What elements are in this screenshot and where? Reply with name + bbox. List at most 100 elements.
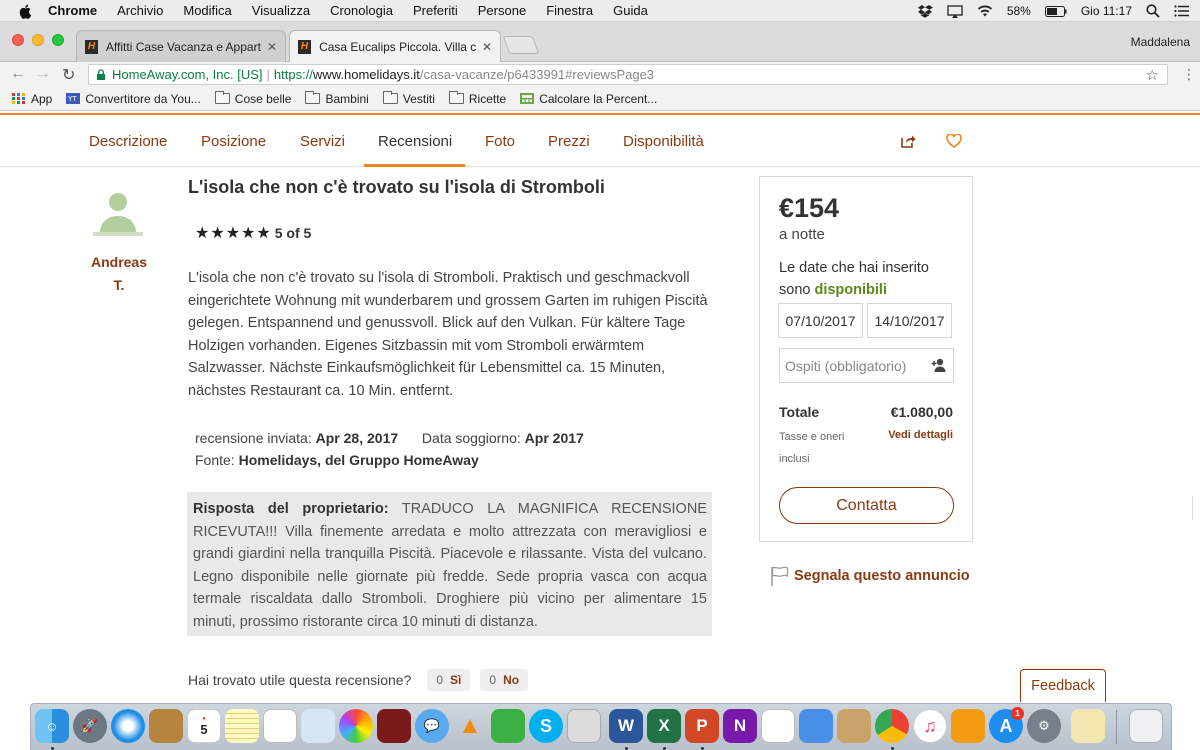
nav-disponibilita[interactable]: Disponibilità bbox=[623, 133, 704, 150]
ibooks-icon[interactable] bbox=[951, 709, 985, 743]
calendar-day: 5 bbox=[200, 721, 208, 737]
tab-affitti[interactable]: H Affitti Case Vacanza e Apparta ✕ bbox=[76, 30, 286, 62]
spotlight-search-icon[interactable] bbox=[1146, 4, 1160, 18]
guests-field[interactable]: Ospiti (obbligatorio) bbox=[779, 348, 954, 383]
launchpad-icon[interactable]: 🚀 bbox=[73, 709, 107, 743]
menu-finestra[interactable]: Finestra bbox=[546, 3, 593, 18]
nav-prezzi[interactable]: Prezzi bbox=[548, 133, 590, 150]
new-tab-button[interactable] bbox=[502, 36, 540, 54]
bookmark-convertitore[interactable]: YT Convertitore da You... bbox=[66, 92, 201, 106]
close-tab-icon[interactable]: ✕ bbox=[267, 40, 277, 54]
keynote-icon[interactable] bbox=[799, 709, 833, 743]
view-details-link[interactable]: Vedi dettagli bbox=[888, 429, 953, 441]
reviewer-first-name: Andreas bbox=[90, 254, 148, 270]
preview-icon[interactable] bbox=[567, 709, 601, 743]
bookmark-cose-belle[interactable]: Cose belle bbox=[214, 91, 292, 106]
contacts-icon[interactable] bbox=[149, 709, 183, 743]
minimize-window-button[interactable] bbox=[32, 34, 44, 46]
tab-casa-eucalips[interactable]: H Casa Eucalips Piccola. Villa co ✕ bbox=[289, 30, 501, 62]
zoom-window-button[interactable] bbox=[52, 34, 64, 46]
share-icon[interactable] bbox=[901, 134, 916, 148]
facetime-icon[interactable] bbox=[491, 709, 525, 743]
menu-guida[interactable]: Guida bbox=[613, 3, 648, 18]
browser-tab-strip: H Affitti Case Vacanza e Apparta ✕ H Cas… bbox=[0, 22, 1200, 62]
nightly-price: €154 bbox=[779, 193, 840, 223]
reminders-icon[interactable] bbox=[263, 709, 297, 743]
itunes-icon[interactable]: ♫ bbox=[913, 709, 947, 743]
secure-site-label: HomeAway.com, Inc. [US] bbox=[112, 67, 263, 82]
apple-logo-icon[interactable] bbox=[18, 3, 34, 19]
numbers-icon[interactable] bbox=[761, 709, 795, 743]
bookmark-calcolare[interactable]: Calcolare la Percent... bbox=[520, 92, 657, 106]
menu-modifica[interactable]: Modifica bbox=[183, 3, 231, 18]
image-viewer-icon[interactable] bbox=[837, 709, 871, 743]
per-night-label: a notte bbox=[779, 226, 825, 243]
bookmark-app[interactable]: App bbox=[12, 92, 52, 106]
menubar-clock[interactable]: Gio 11:17 bbox=[1081, 4, 1132, 18]
menu-visualizza[interactable]: Visualizza bbox=[252, 3, 310, 18]
maps-icon[interactable] bbox=[301, 709, 335, 743]
microsoft-onenote-icon[interactable]: N bbox=[723, 709, 757, 743]
back-arrow-icon[interactable]: ← bbox=[10, 65, 26, 83]
vlc-icon[interactable]: ▲ bbox=[453, 709, 487, 743]
star-icon: ★ bbox=[256, 225, 271, 242]
app-store-badge: 1 bbox=[1011, 707, 1024, 720]
menu-archivio[interactable]: Archivio bbox=[117, 3, 163, 18]
microsoft-word-icon[interactable]: W bbox=[609, 709, 643, 743]
address-bar[interactable]: HomeAway.com, Inc. [US] | https:// www.h… bbox=[88, 64, 1168, 85]
google-chrome-icon[interactable] bbox=[875, 709, 909, 743]
airplay-icon[interactable] bbox=[947, 4, 963, 18]
bookmark-star-icon[interactable]: ☆ bbox=[1146, 66, 1159, 84]
checkout-date-field[interactable]: 14/10/2017 bbox=[867, 303, 952, 338]
nav-descrizione[interactable]: Descrizione bbox=[89, 133, 167, 150]
close-window-button[interactable] bbox=[12, 34, 24, 46]
chrome-menu-icon[interactable]: ⋮ bbox=[1182, 66, 1196, 83]
system-preferences-icon[interactable]: ⚙ bbox=[1027, 709, 1061, 743]
menu-cronologia[interactable]: Cronologia bbox=[330, 3, 393, 18]
bookmark-label: Cose belle bbox=[234, 91, 292, 106]
folder-icon bbox=[448, 91, 464, 104]
favorite-heart-icon[interactable] bbox=[946, 134, 962, 148]
close-tab-icon[interactable]: ✕ bbox=[482, 40, 492, 54]
menu-preferiti[interactable]: Preferiti bbox=[413, 3, 458, 18]
star-icon: ★ bbox=[241, 225, 256, 242]
microsoft-excel-icon[interactable]: X bbox=[647, 709, 681, 743]
bookmark-bambini[interactable]: Bambini bbox=[305, 91, 369, 106]
nav-servizi[interactable]: Servizi bbox=[300, 133, 345, 150]
notification-center-icon[interactable] bbox=[1174, 5, 1190, 17]
menu-persone[interactable]: Persone bbox=[478, 3, 526, 18]
nav-recensioni[interactable]: Recensioni bbox=[378, 133, 452, 150]
profile-name[interactable]: Maddalena bbox=[1131, 35, 1190, 49]
vote-no-button[interactable]: 0 No bbox=[480, 669, 529, 691]
microsoft-powerpoint-icon[interactable]: P bbox=[685, 709, 719, 743]
nav-posizione[interactable]: Posizione bbox=[201, 133, 266, 150]
messages-icon[interactable]: 💬 bbox=[415, 709, 449, 743]
dropbox-icon[interactable] bbox=[917, 4, 933, 18]
menu-chrome[interactable]: Chrome bbox=[48, 3, 97, 18]
bookmark-vestiti[interactable]: Vestiti bbox=[382, 91, 435, 106]
trash-icon[interactable] bbox=[1129, 709, 1163, 743]
nav-foto[interactable]: Foto bbox=[485, 133, 515, 150]
reviewer-name[interactable]: Andreas T. bbox=[86, 251, 152, 297]
stickies-icon[interactable] bbox=[1071, 709, 1105, 743]
wifi-icon[interactable] bbox=[977, 5, 993, 17]
battery-icon[interactable] bbox=[1044, 5, 1067, 17]
safari-icon[interactable] bbox=[111, 709, 145, 743]
page-scrollbar[interactable] bbox=[1192, 496, 1198, 520]
homelidays-favicon-icon: H bbox=[85, 39, 98, 54]
finder-icon[interactable]: ☺ bbox=[35, 709, 69, 743]
bookmark-label: Calcolare la Percent... bbox=[539, 91, 658, 106]
checkin-date-field[interactable]: 07/10/2017 bbox=[778, 303, 863, 338]
vote-yes-button[interactable]: 0 Sì bbox=[427, 669, 471, 691]
forward-arrow-icon[interactable]: → bbox=[35, 65, 51, 83]
report-listing-link[interactable]: Segnala questo annuncio bbox=[770, 566, 970, 586]
bookmark-ricette[interactable]: Ricette bbox=[448, 91, 506, 106]
feedback-button[interactable]: Feedback bbox=[1020, 669, 1106, 702]
photos-icon[interactable] bbox=[339, 709, 373, 743]
contact-button[interactable]: Contatta bbox=[779, 487, 954, 524]
calendar-icon[interactable]: ● 5 bbox=[187, 709, 221, 743]
skype-icon[interactable]: S bbox=[529, 709, 563, 743]
reload-icon[interactable]: ↻ bbox=[62, 65, 75, 85]
photo-booth-icon[interactable] bbox=[377, 709, 411, 743]
notes-icon[interactable] bbox=[225, 709, 259, 743]
